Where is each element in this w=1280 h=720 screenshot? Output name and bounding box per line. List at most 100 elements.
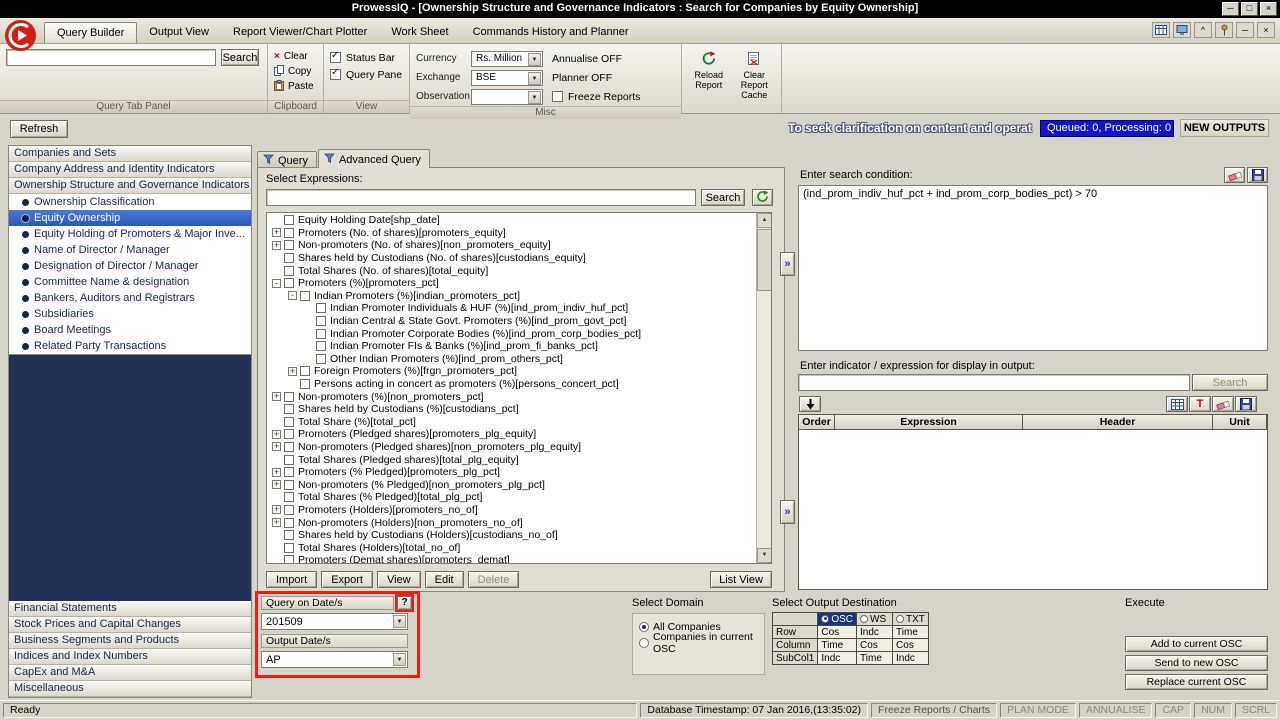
tree-item-non-promoters-pledged-shares[interactable]: + Non-promoters (Pledged shares)[non_prom…	[268, 441, 755, 454]
query-date-select[interactable]: 201509 ▼	[261, 613, 408, 630]
view-button[interactable]: View	[376, 571, 421, 588]
tree-scrollbar[interactable]: ▲ ▼	[756, 213, 771, 563]
replace-current-osc-button[interactable]: Replace current OSC	[1125, 674, 1268, 690]
tree-item-indian-promoter-corporate-bodies[interactable]: Indian Promoter Corporate Bodies (%)[ind…	[268, 327, 755, 340]
edit-button[interactable]: Edit	[424, 571, 464, 588]
sidebar-section-business-segments-and-products[interactable]: Business Segments and Products	[9, 633, 251, 649]
tree-expand-icon[interactable]: +	[272, 505, 281, 515]
search-condition-textarea[interactable]: (ind_prom_indiv_huf_pct + ind_prom_corp_…	[798, 185, 1268, 351]
tree-expand-icon[interactable]: +	[288, 366, 297, 376]
tree-item-other-indian-promoters[interactable]: Other Indian Promoters (%)[ind_prom_othe…	[268, 353, 755, 366]
tree-checkbox[interactable]	[300, 290, 310, 301]
sidebar-item-board-meetings[interactable]: Board Meetings	[9, 322, 251, 338]
currency-select[interactable]: Rs. Million ▼	[471, 50, 543, 67]
minimize-window-icon[interactable]: ─	[1222, 2, 1239, 16]
tree-item-foreign-promoters[interactable]: + Foreign Promoters (%)[frgn_promoters_pc…	[268, 365, 755, 378]
tree-item-promoters-pledged-shares[interactable]: + Promoters (Pledged shares)[promoters_pl…	[268, 428, 755, 441]
tree-item-shares-held-by-custodians[interactable]: Shares held by Custodians (%)[custodians…	[268, 403, 755, 416]
tree-checkbox[interactable]	[284, 555, 294, 563]
menu-tab-query-builder[interactable]: Query Builder	[44, 22, 138, 43]
tree-item-non-promoters-pledged[interactable]: + Non-promoters (% Pledged)[non_promoters…	[268, 478, 755, 491]
reload-report-button[interactable]: Reload Report	[688, 46, 730, 104]
tree-item-promoters[interactable]: - Promoters (%)[promoters_pct]	[268, 277, 755, 290]
scroll-down-icon[interactable]: ▼	[757, 548, 771, 563]
maximize-window-icon[interactable]: □	[1241, 2, 1258, 16]
tree-checkbox[interactable]	[284, 227, 294, 238]
list-view-button[interactable]: List View	[710, 571, 772, 588]
tree-item-total-shares-no-of-shares[interactable]: Total Shares (No. of shares)[total_equit…	[268, 264, 755, 277]
output-grid-icon[interactable]	[1166, 396, 1188, 412]
column-header-unit[interactable]: Unit	[1213, 415, 1267, 430]
tree-checkbox[interactable]	[284, 542, 294, 553]
tree-item-total-share[interactable]: Total Share (%)[total_pct]	[268, 416, 755, 429]
erase-condition-icon[interactable]	[1224, 167, 1245, 183]
import-button[interactable]: Import	[266, 571, 318, 588]
tree-checkbox[interactable]	[300, 379, 310, 390]
erase-output-icon[interactable]	[1212, 396, 1234, 412]
pin-icon[interactable]	[1215, 22, 1233, 38]
dest-col-osc[interactable]: OSC	[817, 612, 858, 626]
sidebar-section-miscellaneous[interactable]: Miscellaneous	[9, 681, 251, 697]
sidebar-item-related-party-transactions[interactable]: Related Party Transactions	[9, 338, 251, 354]
tree-checkbox[interactable]	[284, 215, 294, 226]
save-condition-icon[interactable]	[1247, 167, 1268, 183]
tree-item-non-promoters[interactable]: + Non-promoters (%)[non_promoters_pct]	[268, 390, 755, 403]
expression-search-button[interactable]: Search	[701, 189, 745, 206]
send-to-new-osc-button[interactable]: Send to new OSC	[1125, 655, 1268, 671]
save-output-icon[interactable]	[1235, 396, 1257, 412]
tree-item-indian-promoters[interactable]: - Indian Promoters (%)[indian_promoters_p…	[268, 290, 755, 303]
close-child-icon[interactable]: ×	[1257, 22, 1275, 38]
tree-expand-icon[interactable]: +	[272, 480, 281, 490]
minimize-child-icon[interactable]: ─	[1236, 22, 1254, 38]
collapse-ribbon-icon[interactable]: ^	[1194, 22, 1212, 38]
tree-checkbox[interactable]	[284, 517, 294, 528]
paste-button[interactable]: Paste	[274, 79, 314, 94]
tree-checkbox[interactable]	[284, 454, 294, 465]
refresh-expressions-icon[interactable]	[752, 189, 773, 206]
company-search-input[interactable]	[6, 49, 216, 66]
sidebar-item-designation-of-director-manager[interactable]: Designation of Director / Manager	[9, 258, 251, 274]
planner-toggle[interactable]: Planner OFF	[552, 68, 640, 87]
tree-expand-icon[interactable]: +	[272, 228, 281, 238]
status-bar-checkbox[interactable]: Status Bar	[330, 49, 403, 66]
scroll-up-icon[interactable]: ▲	[757, 213, 771, 228]
indicator-search-button[interactable]: Search	[1192, 374, 1268, 391]
tree-checkbox[interactable]	[284, 253, 294, 264]
exchange-select[interactable]: BSE ▼	[471, 69, 543, 86]
tree-item-promoters-no-of-shares[interactable]: + Promoters (No. of shares)[promoters_equ…	[268, 227, 755, 240]
menu-tab-work-sheet[interactable]: Work Sheet	[379, 22, 460, 43]
toolbar-search-button[interactable]: Search	[221, 49, 259, 66]
sidebar-section-company-address-and-identity-indicators[interactable]: Company Address and Identity Indicators	[9, 162, 251, 178]
sidebar-item-ownership-classification[interactable]: Ownership Classification	[9, 194, 251, 210]
column-header-order[interactable]: Order	[799, 415, 835, 430]
copy-button[interactable]: Copy	[274, 64, 311, 79]
tree-checkbox[interactable]	[284, 504, 294, 515]
tab-query[interactable]: Query	[257, 151, 317, 168]
sidebar-section-capex-and-m-a[interactable]: CapEx and M&A	[9, 665, 251, 681]
add-indicator-down-icon[interactable]	[799, 396, 821, 412]
tree-item-total-shares-pledged-shares[interactable]: Total Shares (Pledged shares)[total_plg_…	[268, 453, 755, 466]
tree-checkbox[interactable]	[284, 416, 294, 427]
tree-item-non-promoters-holders[interactable]: + Non-promoters (Holders)[non_promoters_n…	[268, 516, 755, 529]
query-pane-checkbox[interactable]: Query Pane	[330, 66, 403, 83]
tree-collapse-icon[interactable]: -	[272, 278, 281, 288]
indicator-input[interactable]	[798, 374, 1190, 391]
column-header-header[interactable]: Header	[1023, 415, 1213, 430]
expression-search-input[interactable]	[266, 189, 696, 206]
dest-col-ws[interactable]: WS	[856, 612, 894, 626]
sidebar-section-companies-and-sets[interactable]: Companies and Sets	[9, 146, 251, 162]
tree-checkbox[interactable]	[284, 429, 294, 440]
tree-checkbox[interactable]	[284, 441, 294, 452]
tree-item-equity-holding-date[interactable]: Equity Holding Date[shp_date]	[268, 214, 755, 227]
dest-col-txt[interactable]: TXT	[892, 612, 930, 626]
clear-report-cache-button[interactable]: Clear Report Cache	[734, 46, 776, 104]
tree-checkbox[interactable]	[316, 316, 326, 327]
tree-checkbox[interactable]	[284, 492, 294, 503]
sidebar-item-committee-name-designation[interactable]: Committee Name & designation	[9, 274, 251, 290]
tree-expand-icon[interactable]: +	[272, 467, 281, 477]
menu-tab-output-view[interactable]: Output View	[137, 22, 221, 43]
output-date-select[interactable]: AP ▼	[261, 651, 408, 668]
tree-checkbox[interactable]	[316, 341, 326, 352]
tree-checkbox[interactable]	[316, 353, 326, 364]
tree-checkbox[interactable]	[284, 240, 294, 251]
